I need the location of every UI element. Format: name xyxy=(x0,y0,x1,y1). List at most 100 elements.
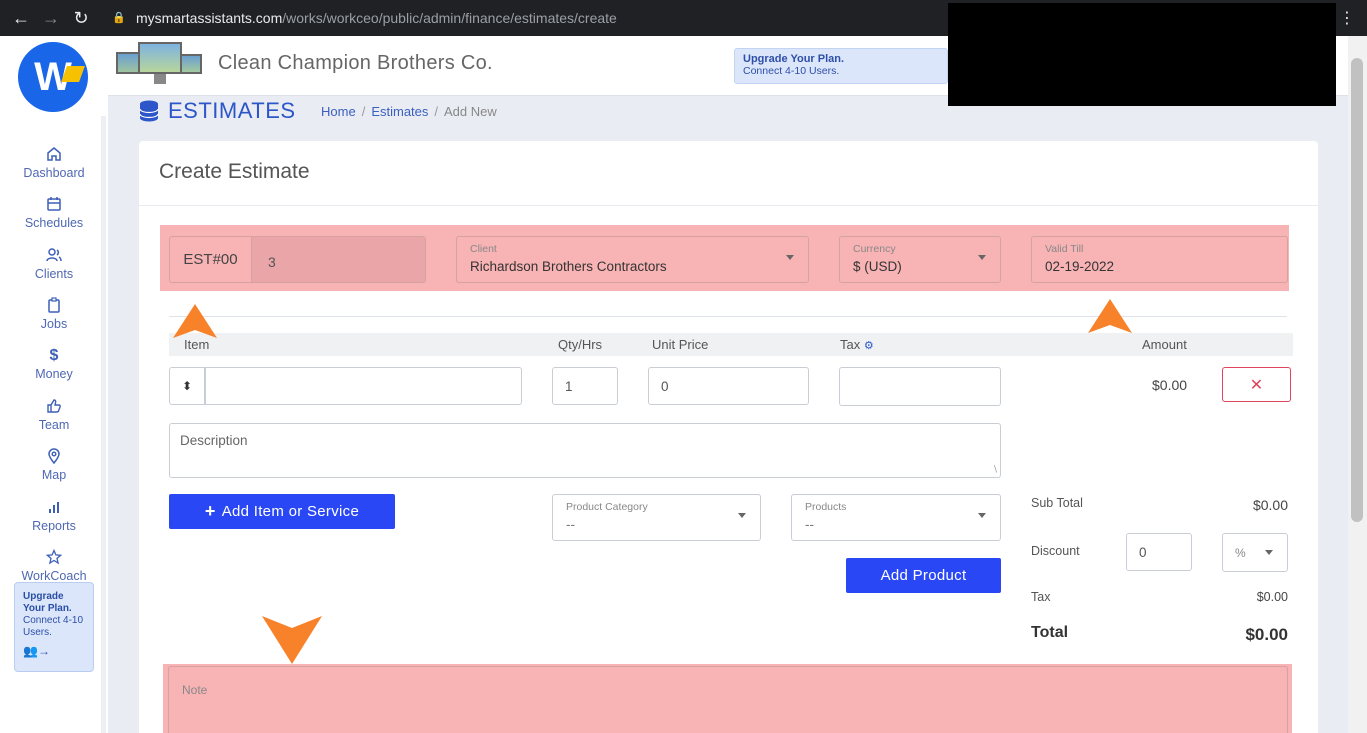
column-unit-price: Unit Price xyxy=(652,337,709,352)
add-item-button[interactable]: + Add Item or Service xyxy=(169,494,395,529)
estimate-number-field: EST#00 3 xyxy=(169,236,426,283)
discount-type-select[interactable]: % xyxy=(1222,533,1288,572)
header-upgrade-banner[interactable]: Upgrade Your Plan. Connect 4-10 Users. xyxy=(734,48,948,84)
annotation-arrow-down-icon xyxy=(262,616,322,664)
note-textarea[interactable]: Note xyxy=(168,666,1288,733)
back-arrow-icon[interactable]: ← xyxy=(6,3,36,33)
sidebar-upgrade-banner[interactable]: Upgrade Your Plan. Connect 4-10 Users. 👥… xyxy=(14,582,94,672)
plus-icon: + xyxy=(204,501,216,521)
discount-label: Discount xyxy=(1031,544,1080,558)
database-icon xyxy=(138,99,160,123)
currency-select[interactable]: Currency $ (USD) xyxy=(839,236,1001,283)
column-amount: Amount xyxy=(1142,337,1187,352)
sidebar-item-dashboard[interactable]: Dashboard xyxy=(0,146,108,180)
annotation-arrow-up-icon xyxy=(1088,299,1132,333)
product-category-select[interactable]: Product Category -- xyxy=(552,494,761,541)
breadcrumb-home[interactable]: Home xyxy=(321,104,356,119)
home-icon xyxy=(0,146,108,164)
sidebar-item-reports[interactable]: Reports xyxy=(0,499,108,533)
app-logo[interactable]: W xyxy=(18,42,88,112)
dollar-icon: $ xyxy=(49,347,59,364)
chevron-down-icon xyxy=(738,513,746,518)
subtotal-label: Sub Total xyxy=(1031,496,1083,510)
url-path: /works/workceo/public/admin/finance/esti… xyxy=(282,10,617,26)
sidebar-item-schedules[interactable]: Schedules xyxy=(0,196,108,230)
forward-arrow-icon[interactable]: → xyxy=(36,3,66,33)
total-label: Total xyxy=(1031,624,1069,641)
logo-accent xyxy=(61,66,85,82)
products-label: Products xyxy=(805,501,847,513)
sidebar-item-label: Reports xyxy=(32,519,76,533)
address-bar[interactable]: 🔒 mysmartassistants.com/works/workceo/pu… xyxy=(112,6,617,30)
description-placeholder: Description xyxy=(180,433,248,448)
company-name: Clean Champion Brothers Co. xyxy=(218,52,493,74)
line-amount: $0.00 xyxy=(1152,377,1188,393)
note-placeholder: Note xyxy=(182,683,208,697)
sidebar-item-label: WorkCoach xyxy=(21,569,87,583)
gear-icon[interactable]: ⚙ xyxy=(864,340,874,352)
sidebar-item-clients[interactable]: Clients xyxy=(0,247,108,281)
sidebar-item-label: Schedules xyxy=(24,216,84,230)
chevron-down-icon xyxy=(1265,550,1273,555)
products-value: -- xyxy=(805,517,814,532)
sidebar-item-workcoach[interactable]: WorkCoach xyxy=(0,548,108,583)
description-textarea[interactable]: Description ∖ xyxy=(169,423,1001,478)
upgrade-title: Upgrade Your Plan. xyxy=(743,53,845,65)
tax-value: $0.00 xyxy=(1256,590,1288,604)
redacted-area xyxy=(948,3,1336,106)
sidebar-item-label: Team xyxy=(38,418,70,432)
page-title: ESTIMATES xyxy=(138,98,296,124)
users-icon xyxy=(0,247,108,265)
qty-input[interactable]: 1 xyxy=(552,367,618,405)
sidebar-item-label: Clients xyxy=(34,267,74,281)
upgrade-subtitle: Connect 4-10 Users. xyxy=(23,615,84,638)
column-qty: Qty/Hrs xyxy=(558,337,603,352)
map-pin-icon xyxy=(0,448,108,466)
currency-value: $ (USD) xyxy=(853,259,902,274)
unit-price-input[interactable]: 0 xyxy=(648,367,809,405)
bar-chart-icon xyxy=(0,499,108,517)
product-category-value: -- xyxy=(566,517,575,532)
valid-till-field[interactable]: Valid Till 02-19-2022 xyxy=(1031,236,1288,283)
sidebar-item-label: Dashboard xyxy=(23,166,85,180)
subtotal-value: $0.00 xyxy=(1252,497,1288,513)
item-input[interactable] xyxy=(205,367,522,405)
sidebar-item-money[interactable]: $ Money xyxy=(0,347,108,381)
breadcrumb: Home / Estimates / Add New xyxy=(321,104,497,119)
resize-handle-icon[interactable]: ∖ xyxy=(992,464,998,475)
products-select[interactable]: Products -- xyxy=(791,494,1001,541)
drag-handle-icon[interactable]: ⬍ xyxy=(169,367,205,405)
calendar-icon xyxy=(0,196,108,214)
product-category-label: Product Category xyxy=(566,501,648,513)
discount-input[interactable]: 0 xyxy=(1126,533,1192,571)
add-product-button[interactable]: Add Product xyxy=(846,558,1001,593)
sidebar-item-jobs[interactable]: Jobs xyxy=(0,297,108,331)
sidebar-item-label: Map xyxy=(41,468,67,482)
client-label: Client xyxy=(470,243,497,255)
star-icon xyxy=(0,548,108,567)
thumbs-up-icon xyxy=(0,398,108,416)
column-item: Item xyxy=(184,337,210,352)
upgrade-title: Upgrade Your Plan. xyxy=(23,591,72,614)
reload-icon[interactable]: ↻ xyxy=(66,3,96,33)
valid-till-value: 02-19-2022 xyxy=(1045,259,1115,274)
sidebar-item-map[interactable]: Map xyxy=(0,448,108,482)
tax-select[interactable] xyxy=(839,367,1001,406)
sidebar-item-team[interactable]: Team xyxy=(0,398,108,432)
breadcrumb-current: Add New xyxy=(444,104,497,119)
browser-menu-icon[interactable]: ⋮ xyxy=(1339,8,1355,28)
delete-line-button[interactable]: ✕ xyxy=(1222,367,1291,402)
chevron-down-icon xyxy=(786,255,794,260)
company-logo-image xyxy=(116,42,204,90)
page-scrollbar-thumb[interactable] xyxy=(1351,58,1363,522)
estimate-number-input[interactable]: 3 xyxy=(252,237,425,282)
sidebar-item-label: Money xyxy=(35,367,73,381)
breadcrumb-estimates[interactable]: Estimates xyxy=(371,104,428,119)
tax-label: Tax xyxy=(1031,590,1051,604)
valid-till-label: Valid Till xyxy=(1045,243,1084,255)
add-item-label: Add Item or Service xyxy=(221,503,360,520)
sidebar-item-label: Jobs xyxy=(40,317,68,331)
client-select[interactable]: Client Richardson Brothers Contractors xyxy=(456,236,809,283)
page-title-text: ESTIMATES xyxy=(168,98,296,123)
card-title: Create Estimate xyxy=(159,160,310,183)
